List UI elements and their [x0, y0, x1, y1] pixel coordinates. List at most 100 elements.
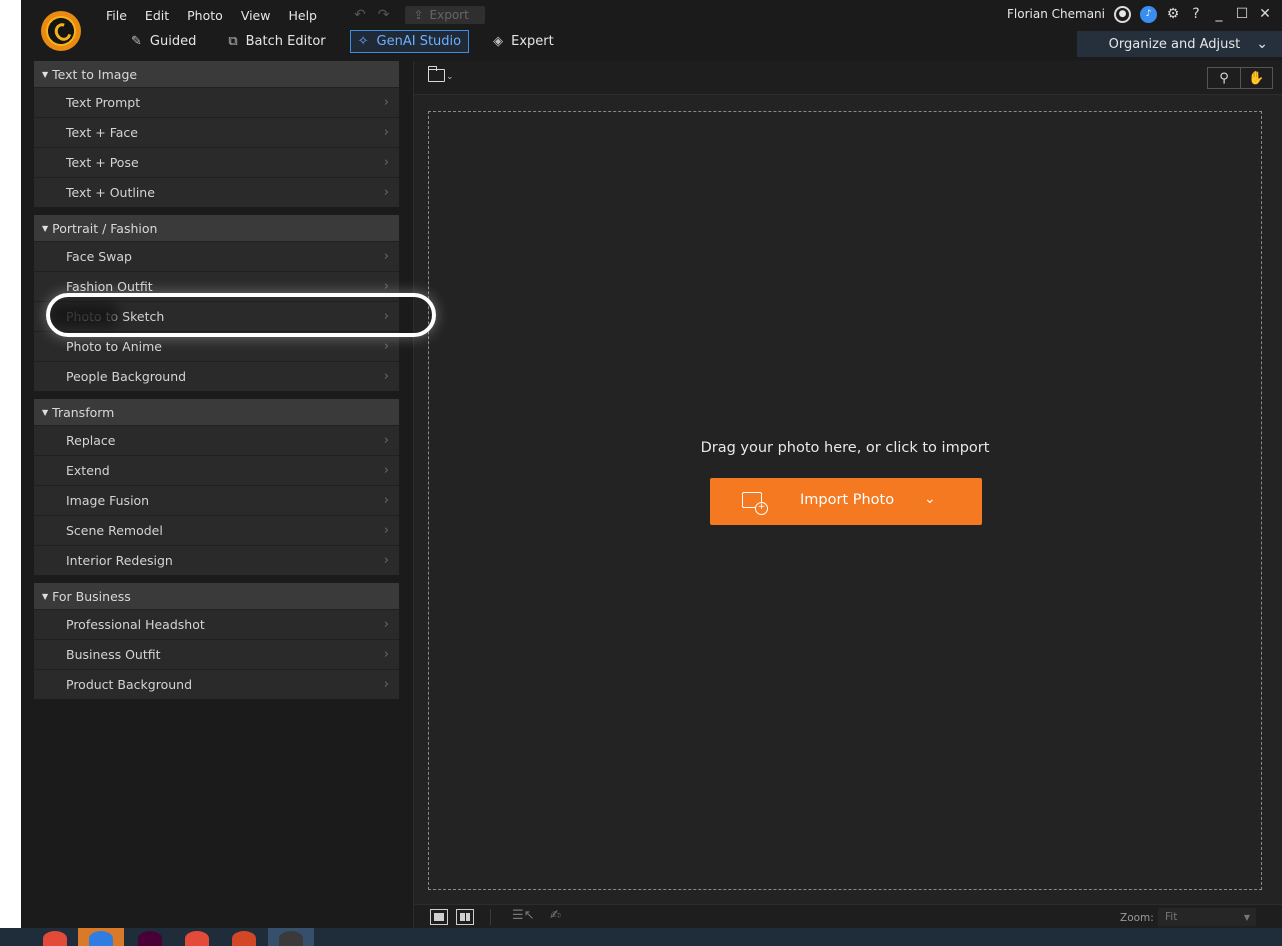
hand-icon: ✋ — [1248, 70, 1265, 86]
list-select-icon[interactable]: ☰↖ — [512, 908, 535, 923]
undo-redo-group: ↶ ↷ — [354, 7, 389, 23]
tab-batch-editor[interactable]: ⧉ Batch Editor — [220, 30, 333, 53]
help-icon[interactable]: ? — [1189, 6, 1203, 22]
group-for-business: ▼ For Business Professional Headshot › Bus… — [34, 583, 399, 699]
notification-bell-icon[interactable]: ♪ — [1140, 5, 1157, 23]
tool-scene-remodel[interactable]: Scene Remodel › — [34, 515, 399, 545]
tool-professional-headshot[interactable]: Professional Headshot › — [34, 609, 399, 639]
tool-label: Photo to Anime — [66, 339, 162, 354]
organize-adjust-label: Organize and Adjust — [1108, 36, 1241, 52]
compare-view-icon[interactable] — [456, 909, 474, 925]
minimize-button[interactable]: _ — [1212, 6, 1226, 22]
powerpoint-icon[interactable] — [232, 931, 256, 946]
undo-icon[interactable]: ↶ — [354, 7, 366, 23]
tool-text-prompt[interactable]: Text Prompt › — [34, 87, 399, 117]
tab-batch-editor-label: Batch Editor — [245, 34, 326, 49]
group-title: Portrait / Fashion — [52, 220, 158, 236]
menu-file[interactable]: File — [106, 8, 136, 23]
chrome-icon[interactable] — [185, 931, 209, 946]
chevron-right-icon: › — [383, 647, 389, 662]
tool-label: Image Fusion — [66, 493, 150, 508]
app-icon[interactable] — [89, 931, 113, 946]
photo-drop-zone[interactable]: Drag your photo here, or click to import… — [428, 111, 1262, 890]
menu-bar: File Edit Photo View Help ↶ ↷ ⇪ Export — [106, 6, 485, 24]
tool-product-background[interactable]: Product Background › — [34, 669, 399, 699]
batch-icon: ⧉ — [228, 34, 238, 49]
menu-edit[interactable]: Edit — [136, 8, 178, 23]
sparkle-icon: ✧ — [357, 34, 369, 49]
layers-icon: ◈ — [493, 34, 504, 49]
brush-icon[interactable]: ✍ — [550, 908, 561, 923]
tool-label: Text + Face — [66, 125, 138, 140]
tool-image-fusion[interactable]: Image Fusion › — [34, 485, 399, 515]
chevron-down-icon[interactable]: ⌄ — [924, 491, 936, 507]
top-bar: File Edit Photo View Help ↶ ↷ ⇪ Export ✎… — [21, 0, 1282, 60]
highlight-ring — [46, 293, 436, 337]
app-logo[interactable] — [41, 11, 81, 51]
tool-face-swap[interactable]: Face Swap › — [34, 241, 399, 271]
import-photo-button[interactable]: Import Photo ⌄ — [710, 478, 982, 525]
tab-guided[interactable]: ✎ Guided — [123, 30, 204, 53]
genai-tools-panel: ▼ Text to Image Text Prompt › Text + Face ›… — [34, 61, 399, 707]
zoom-dropdown[interactable]: Fit ▼ — [1158, 908, 1256, 926]
account-icon[interactable]: ● — [1114, 5, 1131, 23]
organize-adjust-dropdown[interactable]: Organize and Adjust ⌄ — [1077, 31, 1282, 57]
menu-help[interactable]: Help — [279, 8, 326, 23]
maximize-button[interactable]: ☐ — [1235, 6, 1249, 22]
export-button[interactable]: ⇪ Export — [405, 6, 485, 24]
collapse-triangle-icon: ▼ — [42, 69, 49, 79]
tool-label: Text Prompt — [66, 95, 141, 110]
folder-dropdown-button[interactable]: ⌄ — [427, 66, 454, 82]
settings-gear-icon[interactable]: ⚙ — [1166, 6, 1180, 22]
chrome-icon[interactable] — [43, 931, 67, 946]
chevron-right-icon: › — [383, 369, 389, 384]
group-header[interactable]: ▼ Transform — [34, 399, 399, 425]
group-header[interactable]: ▼ Text to Image — [34, 61, 399, 87]
workspace-toolbar: ⌄ ⚲ ✋ — [414, 61, 1282, 95]
tool-label: Scene Remodel — [66, 523, 163, 538]
pan-tool-button[interactable]: ✋ — [1240, 68, 1272, 88]
tool-text-pose[interactable]: Text + Pose › — [34, 147, 399, 177]
photodirector-icon[interactable] — [279, 931, 303, 946]
menu-photo[interactable]: Photo — [178, 8, 232, 23]
group-header[interactable]: ▼ Portrait / Fashion — [34, 215, 399, 241]
tool-text-face[interactable]: Text + Face › — [34, 117, 399, 147]
single-view-icon[interactable] — [430, 909, 448, 925]
tool-extend[interactable]: Extend › — [34, 455, 399, 485]
zoom-tool-button[interactable]: ⚲ — [1208, 68, 1240, 88]
tab-genai-studio[interactable]: ✧ GenAI Studio — [349, 30, 470, 53]
export-icon: ⇪ — [413, 8, 424, 22]
collapse-triangle-icon: ▼ — [42, 591, 49, 601]
chevron-right-icon: › — [383, 493, 389, 508]
photodirector-window: File Edit Photo View Help ↶ ↷ ⇪ Export ✎… — [21, 0, 1282, 928]
group-title: For Business — [52, 588, 131, 604]
group-transform: ▼ Transform Replace › Extend › Image Fusion… — [34, 399, 399, 575]
chevron-right-icon: › — [383, 339, 389, 354]
dreamweaver-icon[interactable] — [138, 931, 162, 946]
tab-expert-label: Expert — [511, 34, 554, 49]
tool-label: Text + Outline — [66, 185, 155, 200]
tool-label: Product Background — [66, 677, 193, 692]
tool-people-background[interactable]: People Background › — [34, 361, 399, 391]
tool-interior-redesign[interactable]: Interior Redesign › — [34, 545, 399, 575]
chevron-right-icon: › — [383, 125, 389, 140]
menu-view[interactable]: View — [232, 8, 280, 23]
redo-icon[interactable]: ↷ — [378, 7, 390, 23]
chevron-right-icon: › — [383, 95, 389, 110]
close-button[interactable]: ✕ — [1258, 6, 1272, 22]
view-tools: ⚲ ✋ — [1207, 67, 1273, 89]
tool-label: Text + Pose — [66, 155, 139, 170]
tool-replace[interactable]: Replace › — [34, 425, 399, 455]
group-header[interactable]: ▼ For Business — [34, 583, 399, 609]
tool-text-outline[interactable]: Text + Outline › — [34, 177, 399, 207]
dropdown-triangle-icon: ▼ — [1243, 912, 1250, 922]
workspace: ⌄ ⚲ ✋ Drag your photo here, or click to … — [413, 61, 1282, 928]
tab-expert[interactable]: ◈ Expert — [485, 30, 562, 53]
chevron-right-icon: › — [383, 155, 389, 170]
chevron-right-icon: › — [383, 463, 389, 478]
tool-business-outfit[interactable]: Business Outfit › — [34, 639, 399, 669]
magic-wand-icon: ✎ — [131, 34, 142, 49]
magnifier-icon: ⚲ — [1219, 70, 1229, 86]
tool-label: People Background — [66, 369, 187, 384]
chevron-right-icon: › — [383, 279, 389, 294]
